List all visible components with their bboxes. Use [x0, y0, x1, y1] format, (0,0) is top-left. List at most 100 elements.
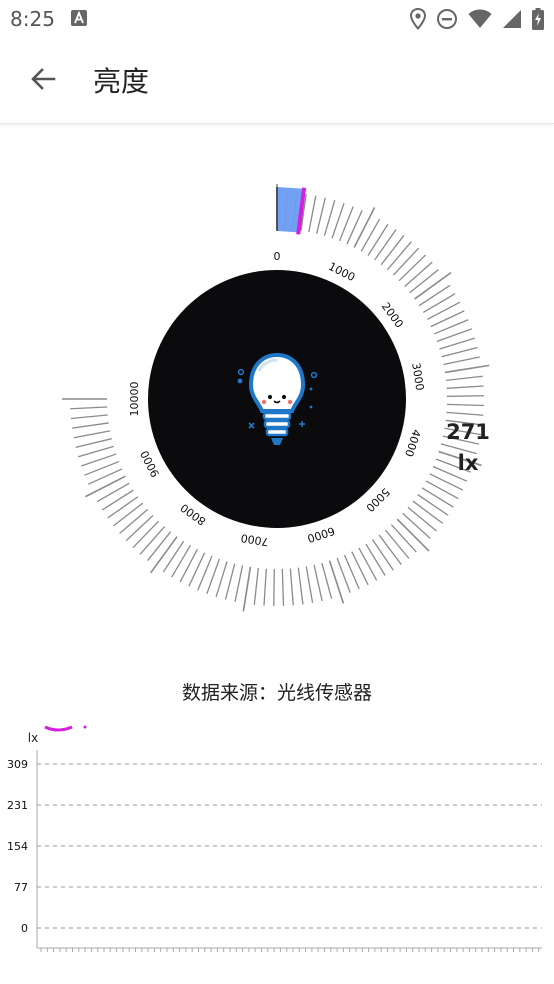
gauge-tick — [132, 520, 160, 549]
gauge-tick-label: 9000 — [138, 448, 162, 479]
gauge-tick — [149, 536, 178, 574]
gauge-tick — [407, 506, 437, 532]
gauge-tick — [360, 218, 381, 252]
chart-y-axis-label: lx — [28, 731, 38, 745]
location-icon — [410, 8, 426, 30]
gauge-tick — [384, 529, 410, 559]
chart-y-tick-label: 0 — [21, 922, 28, 935]
gauge-tick — [421, 487, 454, 508]
gauge-tick — [396, 518, 430, 552]
status-time: 8:25 — [10, 7, 55, 31]
reading-unit: lx — [457, 451, 479, 475]
gauge-tick — [242, 566, 252, 612]
gauge-tick — [107, 496, 139, 519]
gauge-tick — [412, 500, 443, 524]
app-bar: 亮度 — [0, 38, 554, 124]
gauge-tick — [353, 207, 376, 248]
system-icons — [410, 7, 544, 31]
gauge-tick — [316, 197, 326, 234]
gauge-tick — [446, 385, 484, 389]
gauge-tick — [263, 568, 267, 606]
gauge-tick — [351, 551, 369, 586]
gauge-tick — [367, 223, 389, 256]
gauge-tick — [444, 364, 490, 374]
gauge-tick — [321, 562, 333, 599]
signal-icon — [503, 10, 521, 28]
gauge-tick — [390, 524, 417, 553]
gauge-tick — [409, 269, 439, 294]
gauge-tick — [378, 534, 402, 565]
gauge-tick — [113, 502, 144, 527]
gauge-tick — [179, 548, 199, 583]
gauge-tick — [70, 406, 108, 410]
gauge-tick-label: 6000 — [306, 524, 337, 545]
gauge-tick — [162, 540, 185, 573]
gauge-tick-label: 1000 — [326, 260, 357, 284]
gauge-tick — [402, 512, 431, 539]
gauge-tick — [386, 241, 412, 271]
gauge-tick — [224, 563, 236, 600]
gauge-tick — [253, 567, 259, 605]
gauge-tick — [78, 445, 114, 458]
gauge-tick — [429, 473, 464, 491]
gauge-tick — [297, 567, 304, 605]
back-button[interactable] — [24, 60, 62, 98]
gauge-tick — [313, 564, 323, 602]
gauge-tick-label: 0 — [274, 250, 281, 263]
gauge-tick — [281, 568, 285, 606]
gauge-tick-label: 7000 — [240, 531, 270, 548]
gauge-tick — [372, 539, 394, 571]
lux-history-chart: lx 309 231 154 77 0 — [7, 725, 542, 952]
wifi-icon — [468, 9, 492, 28]
data-source-label: 数据来源：光线传感器 — [181, 682, 372, 704]
page-title: 亮度 — [93, 65, 150, 98]
gauge-tick — [273, 568, 275, 606]
chart-series-dot — [83, 725, 87, 729]
chart-grid: 309 231 154 77 0 — [7, 758, 542, 935]
battery-charging-icon — [532, 8, 544, 30]
gauge-tick — [101, 489, 134, 511]
chart-x-ticks — [40, 948, 540, 952]
gauge-tick — [73, 430, 111, 439]
gauge-tick — [392, 247, 420, 276]
gauge-tick-label: 4000 — [402, 428, 423, 459]
gauge-tick — [85, 475, 126, 498]
chart-y-tick-label: 309 — [7, 758, 28, 771]
gauge-tick — [323, 200, 336, 236]
gauge-tick — [443, 356, 480, 366]
gauge-tick — [445, 375, 483, 381]
gauge-tick — [439, 337, 476, 350]
gauge-tick — [289, 568, 294, 606]
gauge-tick — [308, 195, 317, 233]
gauge-tick — [426, 301, 461, 321]
gauge-tick — [380, 235, 405, 266]
gauge-tick — [365, 543, 386, 576]
gauge-tick — [358, 547, 378, 581]
gauge-tick — [441, 346, 478, 358]
gauge-tick — [215, 561, 228, 598]
gauge-tick — [171, 544, 192, 578]
gauge-tick — [425, 480, 459, 500]
gauge-tick — [398, 254, 427, 282]
gauge-tick — [414, 271, 452, 300]
arrow-left-icon — [31, 68, 56, 90]
gauge-tick-label: 3000 — [409, 362, 426, 392]
gauge-tick — [446, 403, 484, 407]
gauge-tick — [147, 531, 172, 561]
gauge-tick — [71, 422, 109, 429]
gauge-tick — [234, 565, 244, 602]
gauge-tick — [75, 438, 112, 448]
reading-value: 271 — [446, 420, 490, 444]
gauge-tick — [125, 514, 154, 542]
gauge-tick-label: 10000 — [128, 382, 141, 417]
gauge-tick — [305, 566, 314, 604]
gauge-tick — [119, 508, 149, 534]
gauge-tick — [422, 293, 456, 314]
gauge-tick — [404, 261, 433, 288]
chart-y-tick-label: 231 — [7, 799, 28, 812]
gauge-tick — [417, 494, 449, 516]
gauge-tick — [70, 414, 108, 420]
gauge-tick — [446, 395, 484, 397]
status-bar: 8:25 — [0, 0, 554, 38]
gauge-tick — [139, 526, 166, 555]
